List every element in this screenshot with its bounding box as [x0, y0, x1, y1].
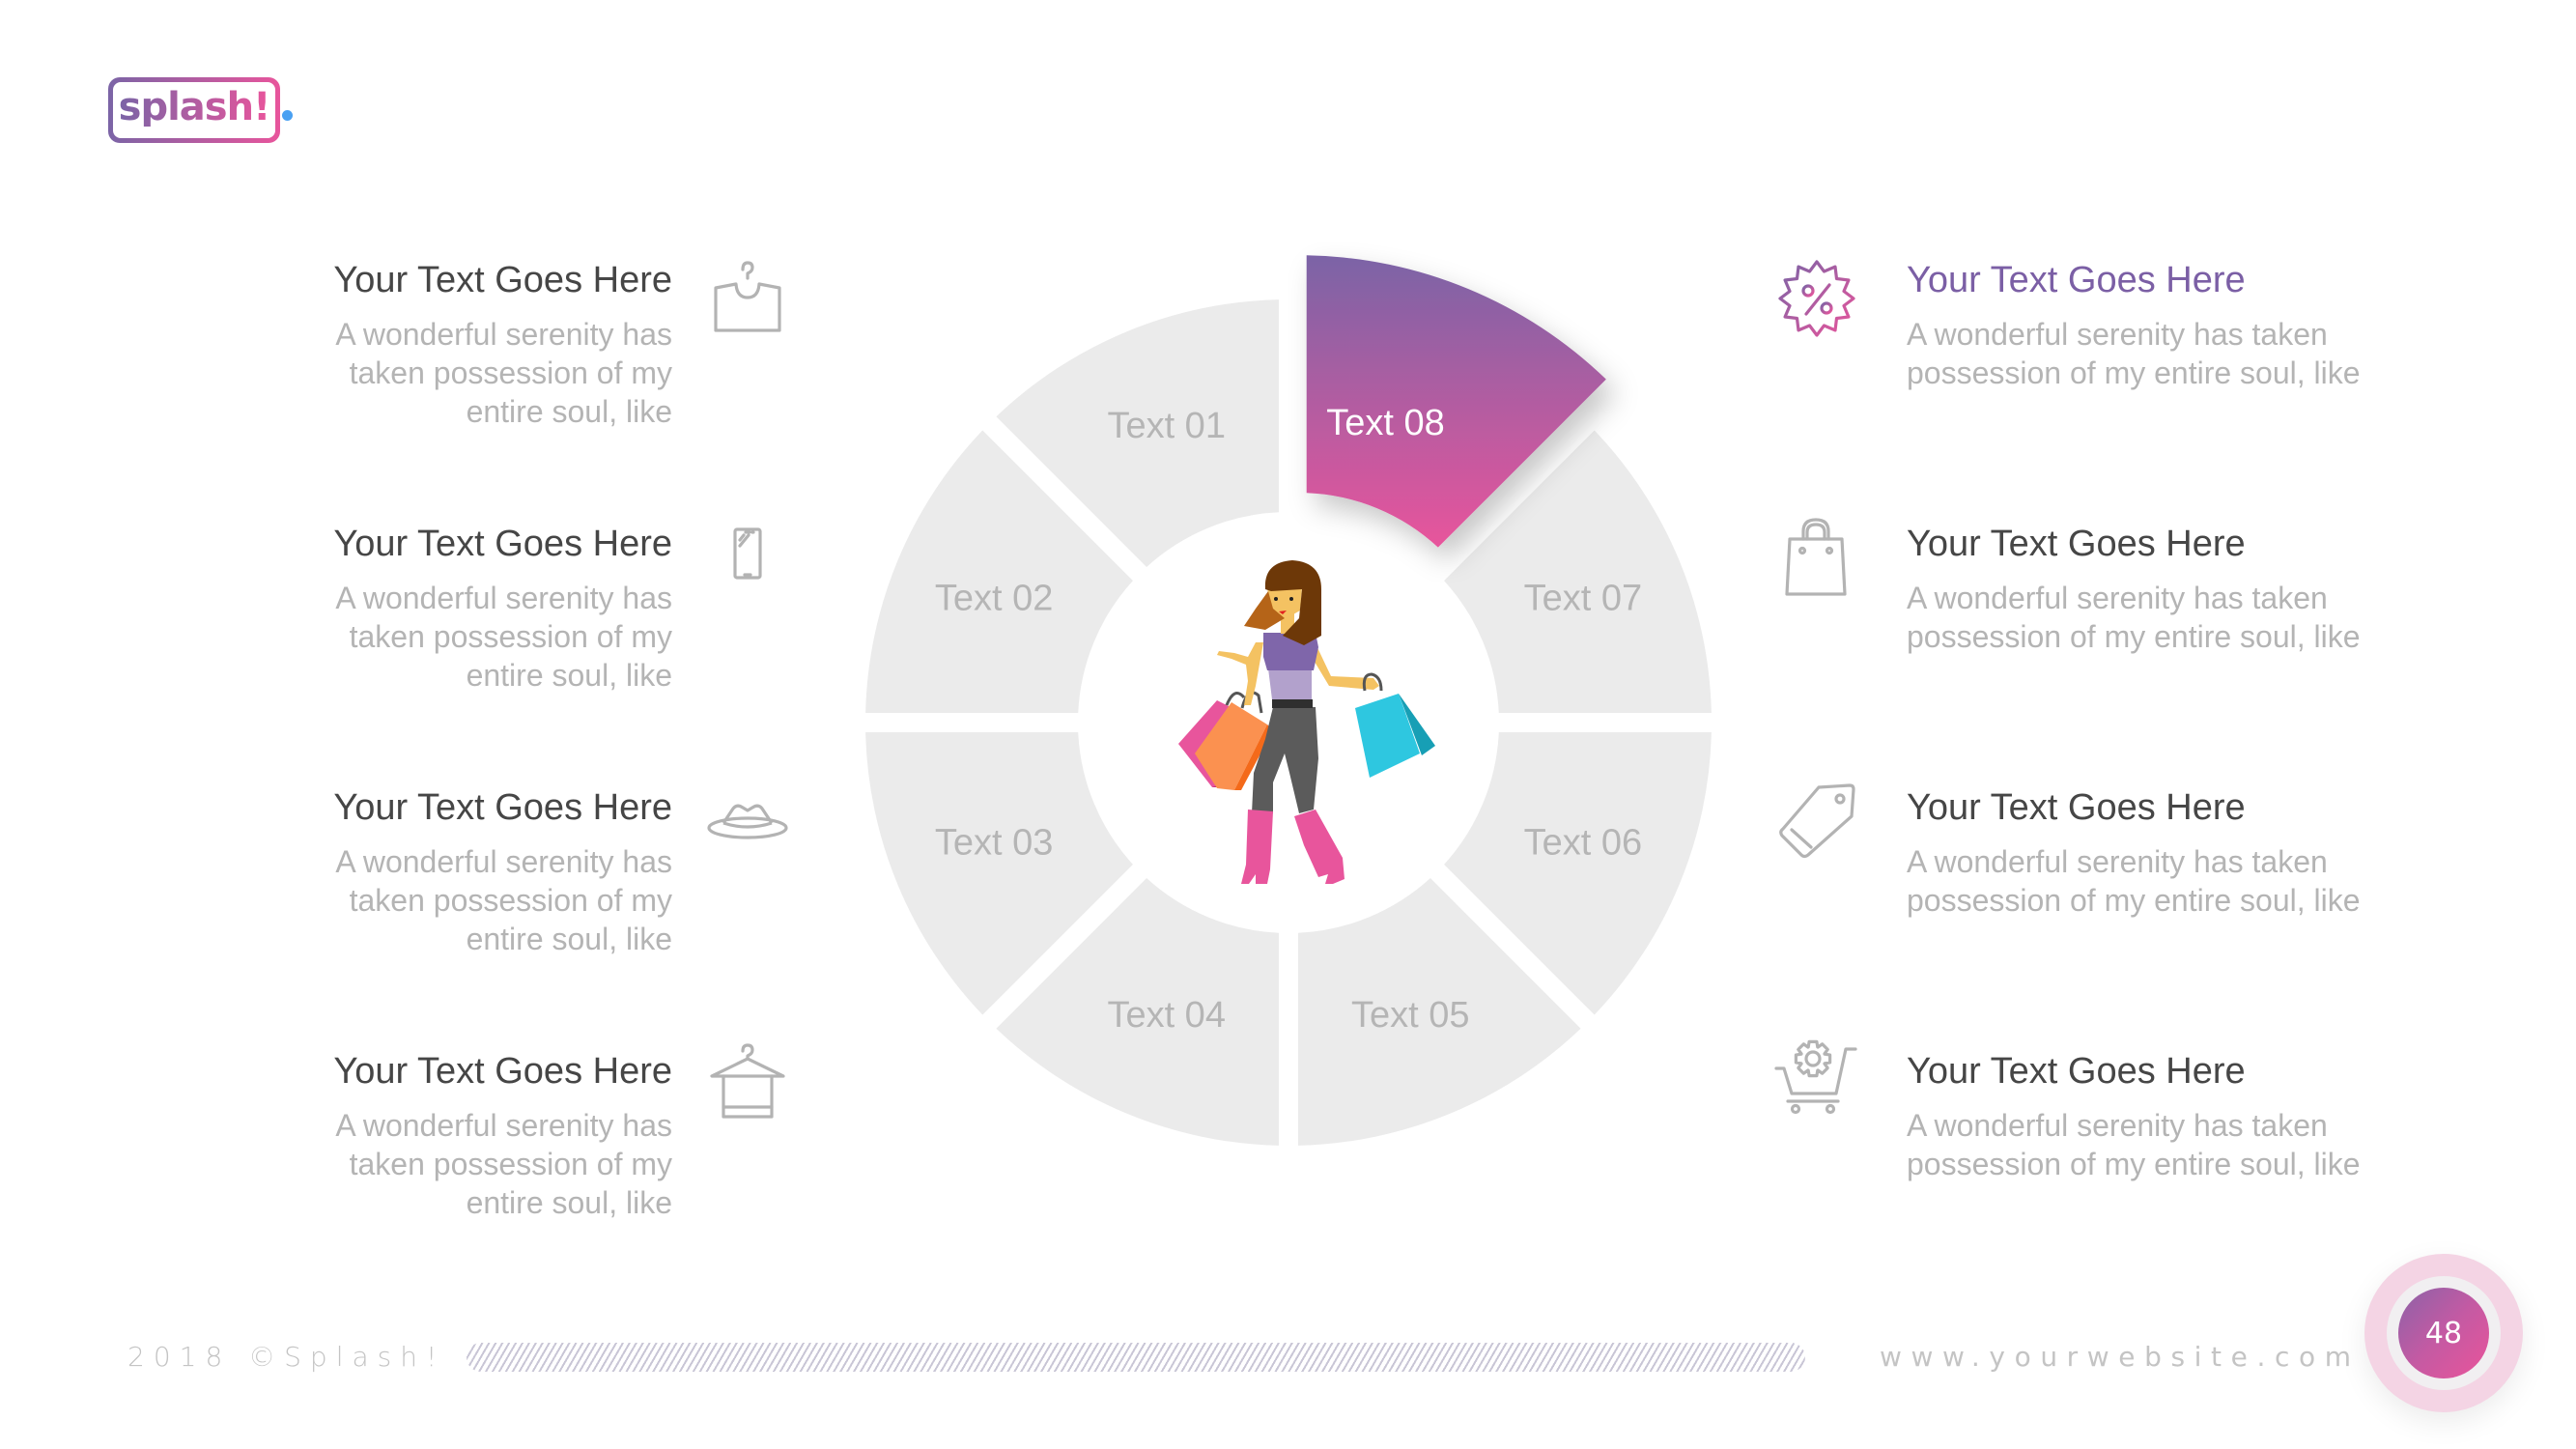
feature-body: A wonderful serenity has taken possessio…	[1907, 581, 2361, 654]
lower-top	[1268, 668, 1312, 699]
feature-left-4: Your Text Goes Here A wonderful serenity…	[131, 1050, 672, 1222]
feature-title: Your Text Goes Here	[333, 260, 672, 300]
belt	[1272, 699, 1313, 708]
feature-body: A wonderful serenity has taken possessio…	[1907, 317, 2361, 390]
feature-right-4: Your Text Goes Here A wonderful serenity…	[1907, 1050, 2448, 1183]
feature-title: Your Text Goes Here	[1907, 787, 2246, 828]
right-boot	[1294, 810, 1345, 884]
feature-body: A wonderful serenity has taken possessio…	[1907, 1108, 2361, 1181]
ring-segment-label: Text 08	[1326, 403, 1445, 443]
hat-icon	[704, 775, 791, 862]
right-arm	[1309, 639, 1379, 690]
feature-right-2: Your Text Goes Here A wonderful serenity…	[1907, 523, 2448, 656]
footer-copyright: 2018 ©Splash!	[127, 1341, 446, 1373]
ring-segment-label: Text 03	[935, 822, 1054, 863]
smartphone-icon	[704, 514, 791, 601]
page-number: 48	[2424, 1316, 2463, 1350]
hanger-shirt-icon	[704, 253, 791, 340]
cyan-shopping-bag	[1355, 672, 1435, 778]
feature-left-1: Your Text Goes Here A wonderful serenity…	[131, 259, 672, 431]
segment-ring-diagram: Text 01 Text 02 Text 03 Text 04 Text 05 Text …	[865, 255, 1712, 1146]
left-boot	[1241, 810, 1273, 884]
ring-segment-label: Text 02	[935, 579, 1054, 619]
feature-body: A wonderful serenity has taken possessio…	[1907, 844, 2361, 918]
shopper-illustration	[1178, 560, 1435, 884]
footer-hatched-bar	[467, 1343, 1805, 1372]
feature-right-1: Your Text Goes Here A wonderful serenity…	[1907, 259, 2448, 392]
footer-website-link[interactable]: www.yourwebsite.com	[1880, 1341, 2361, 1373]
ring-segment-label: Text 04	[1107, 995, 1226, 1036]
left-arm	[1217, 642, 1263, 705]
page-number-badge-core: 48	[2398, 1288, 2489, 1378]
price-tag-icon	[1772, 776, 1859, 863]
feature-body: A wonderful serenity has taken possessio…	[335, 317, 672, 429]
ring-segment-label: Text 06	[1524, 822, 1643, 863]
feature-left-2: Your Text Goes Here A wonderful serenity…	[131, 523, 672, 695]
feature-title: Your Text Goes Here	[1907, 1051, 2246, 1092]
feature-body: A wonderful serenity has taken possessio…	[335, 1108, 672, 1220]
ring-segment-label: Text 01	[1107, 406, 1226, 446]
feature-title: Your Text Goes Here	[333, 1051, 672, 1092]
hanger-towel-icon	[704, 1037, 791, 1124]
feature-title: Your Text Goes Here	[333, 787, 672, 828]
ring-segment-label: Text 05	[1351, 995, 1470, 1036]
feature-body: A wonderful serenity has taken possessio…	[335, 581, 672, 693]
ring-segment-label: Text 07	[1524, 579, 1643, 619]
cart-settings-icon	[1772, 1030, 1859, 1117]
right-eye	[1289, 597, 1293, 601]
feature-title: Your Text Goes Here	[1907, 524, 2246, 564]
feature-right-3: Your Text Goes Here A wonderful serenity…	[1907, 786, 2448, 920]
feature-body: A wonderful serenity has taken possessio…	[335, 844, 672, 956]
feature-left-3: Your Text Goes Here A wonderful serenity…	[131, 786, 672, 958]
feature-title: Your Text Goes Here	[1907, 260, 2246, 300]
feature-title: Your Text Goes Here	[333, 524, 672, 564]
left-eye	[1274, 597, 1278, 601]
discount-badge-icon	[1773, 254, 1860, 341]
shopping-bag-icon	[1772, 512, 1859, 599]
